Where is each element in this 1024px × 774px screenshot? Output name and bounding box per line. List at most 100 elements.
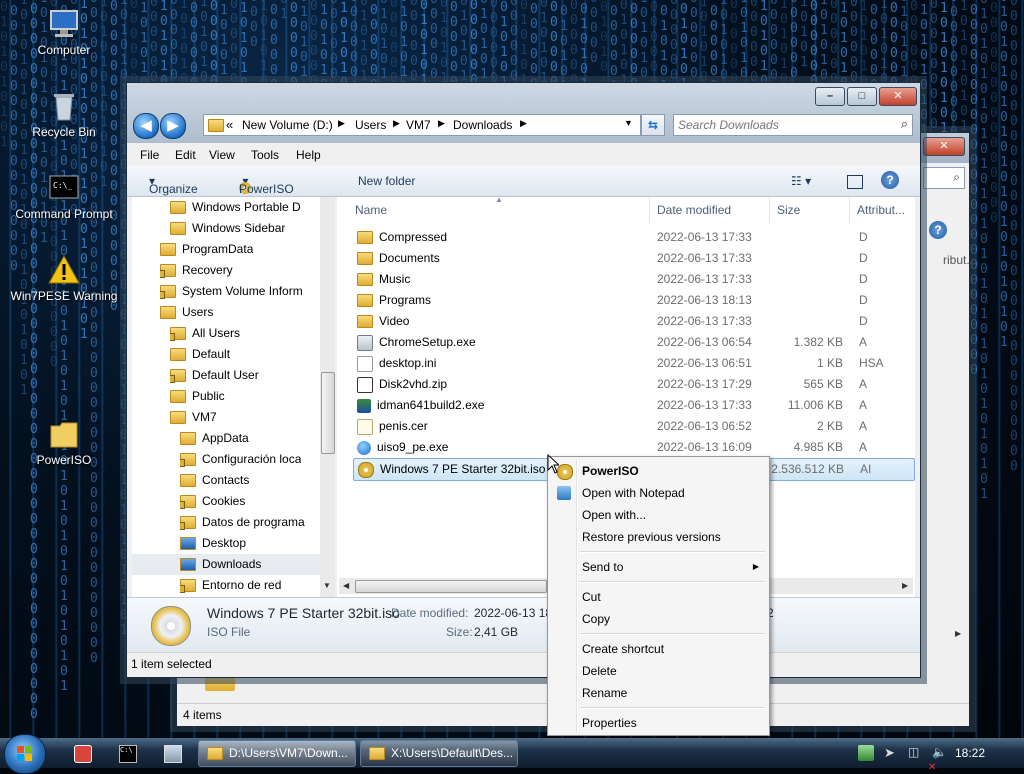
menu-file[interactable]: File [140, 148, 159, 162]
tree-item[interactable]: Cookies [180, 491, 245, 512]
minimize-button[interactable]: – [815, 87, 845, 106]
context-menu[interactable]: PowerISO Open with Notepad Open with... Res… [547, 456, 770, 736]
refresh-button[interactable]: ⇆ [641, 114, 665, 136]
desktop-icon-recycle-bin[interactable]: Recycle Bin [9, 90, 119, 139]
tree-item[interactable]: Public [170, 386, 225, 407]
file-row[interactable]: Disk2vhd.zip 2022-06-13 17:29 565 KB A [353, 374, 913, 395]
scroll-thumb[interactable] [321, 372, 335, 454]
menu-help[interactable]: Help [296, 148, 321, 162]
forward-button[interactable]: ▶ [160, 113, 186, 139]
context-menu-item-rename[interactable]: Rename [550, 682, 767, 704]
tree-item[interactable]: Desktop [180, 533, 246, 554]
back-close-button[interactable]: ✕ [923, 137, 965, 156]
context-menu-item-cut[interactable]: Cut [550, 586, 767, 608]
chevron-right-icon[interactable]: ▶ [338, 118, 345, 129]
desktop-icon-command-prompt[interactable]: C:\_ Command Prompt [9, 172, 119, 221]
breadcrumb-users[interactable]: Users [355, 118, 386, 132]
address-bar[interactable]: « New Volume (D:) ▶ Users ▶ VM7 ▶ Downlo… [203, 114, 641, 136]
column-header-name[interactable]: Name [355, 203, 387, 217]
breadcrumb-downloads[interactable]: Downloads [453, 118, 512, 132]
chevron-right-icon[interactable]: ▶ [520, 118, 527, 129]
taskbar-task-explorer-desktop[interactable]: X:\Users\Default\Des... [360, 740, 518, 767]
organize-button[interactable]: Organize ▾ [149, 174, 198, 196]
menu-edit[interactable]: Edit [175, 148, 196, 162]
explorer-window[interactable]: – □ ✕ ◀ ▶ « New Volume (D:) ▶ Users ▶ VM… [126, 82, 921, 678]
file-row[interactable]: Music 2022-06-13 17:33 D [353, 269, 913, 290]
tree-item[interactable]: Recovery [160, 260, 233, 281]
desktop-icon-computer[interactable]: Computer [9, 8, 119, 57]
back-button[interactable]: ◀ [133, 113, 159, 139]
tree-item[interactable]: ProgramData [160, 239, 253, 260]
search-input[interactable] [676, 116, 890, 134]
desktop-icon-warning[interactable]: Win7PESE Warning [9, 254, 119, 303]
poweriso-button[interactable]: PowerISO ▾ [239, 174, 294, 196]
file-row[interactable]: Video 2022-06-13 17:33 D [353, 311, 913, 332]
tree-item[interactable]: VM7 [170, 407, 217, 428]
column-header-attributes[interactable]: Attribut... [857, 203, 905, 217]
tree-item[interactable]: Default [170, 344, 230, 365]
chevron-right-icon[interactable]: ▶ [438, 118, 445, 129]
context-menu-item-copy[interactable]: Copy [550, 608, 767, 630]
help-icon[interactable]: ? [881, 171, 899, 189]
tree-item[interactable]: System Volume Inform [160, 281, 303, 302]
column-header-date[interactable]: Date modified [657, 203, 731, 217]
usb-icon[interactable]: ➤ [884, 745, 900, 761]
desktop-icon-poweriso[interactable]: PowerISO [9, 418, 119, 467]
hscroll-thumb[interactable] [355, 580, 547, 593]
taskbar-task-explorer-downloads[interactable]: D:\Users\VM7\Down... [198, 740, 356, 767]
start-button[interactable] [4, 734, 46, 774]
tree-scrollbar[interactable]: ▼ [320, 197, 335, 597]
taskbar-clock[interactable]: 18:22 [955, 746, 985, 760]
tree-item[interactable]: Windows Sidebar [170, 218, 285, 239]
scroll-down-arrow[interactable]: ▼ [323, 581, 331, 590]
network-computer-icon[interactable] [164, 745, 182, 763]
context-menu-item-open-with[interactable]: Open with... [550, 504, 767, 526]
context-menu-item-restore-previous-versions[interactable]: Restore previous versions [550, 526, 767, 548]
volume-muted-icon[interactable]: 🔈✕ [928, 745, 948, 773]
file-row[interactable]: uiso9_pe.exe 2022-06-13 16:09 4.985 KB A [353, 437, 913, 458]
file-row[interactable]: Programs 2022-06-13 18:13 D [353, 290, 913, 311]
file-row[interactable]: desktop.ini 2022-06-13 06:51 1 KB HSA [353, 353, 913, 374]
breadcrumb-new-volume[interactable]: New Volume (D:) [242, 118, 333, 132]
context-menu-item-delete[interactable]: Delete [550, 660, 767, 682]
tool-icon[interactable] [74, 745, 92, 763]
tree-item[interactable]: AppData [180, 428, 249, 449]
context-menu-item-properties[interactable]: Properties [550, 712, 767, 734]
network-icon[interactable]: ◫ [908, 745, 924, 761]
tree-item[interactable]: Entorno de red [180, 575, 281, 596]
menu-view[interactable]: View [209, 148, 235, 162]
scroll-right-arrow[interactable]: ▶ [955, 629, 961, 638]
file-row[interactable]: penis.cer 2022-06-13 06:52 2 KB A [353, 416, 913, 437]
file-row[interactable]: Documents 2022-06-13 17:33 D [353, 248, 913, 269]
search-icon[interactable]: ⌕ [901, 116, 908, 132]
safely-remove-hardware-icon[interactable] [858, 745, 874, 761]
tree-item[interactable]: All Users [170, 323, 240, 344]
context-menu-item-poweriso[interactable]: PowerISO [550, 460, 767, 482]
maximize-button[interactable]: □ [847, 87, 877, 106]
file-row[interactable]: Compressed 2022-06-13 17:33 D [353, 227, 913, 248]
tree-item[interactable]: Contacts [180, 470, 249, 491]
address-chevron[interactable]: « [226, 117, 233, 132]
preview-pane-icon[interactable] [847, 175, 863, 189]
column-header-size[interactable]: Size [777, 203, 800, 217]
scroll-left-arrow[interactable]: ◀ [343, 581, 349, 590]
search-box[interactable]: ⌕ [673, 114, 913, 136]
close-button[interactable]: ✕ [879, 87, 917, 106]
view-options-icon[interactable]: ☷ ▾ [791, 174, 811, 188]
tree-item[interactable]: Downloads [132, 554, 335, 575]
tree-item[interactable]: Configuración loca [180, 449, 301, 470]
tree-item[interactable]: Users [160, 302, 213, 323]
command-prompt-icon[interactable]: C:\ [119, 745, 137, 763]
context-menu-item-create-shortcut[interactable]: Create shortcut [550, 638, 767, 660]
file-row[interactable]: ChromeSetup.exe 2022-06-13 06:54 1.382 KB A [353, 332, 913, 353]
navigation-pane[interactable]: Windows Portable D Windows Sidebar Program… [132, 197, 335, 597]
new-folder-button[interactable]: New folder [358, 174, 415, 188]
tree-item[interactable]: Default User [170, 365, 259, 386]
back-search-box[interactable]: ⌕ [923, 167, 965, 189]
tree-item[interactable]: Windows Portable D [170, 197, 301, 218]
help-icon[interactable]: ? [929, 221, 947, 239]
context-menu-item-send-to[interactable]: Send to ▶ [550, 556, 767, 578]
file-row[interactable]: idman641build2.exe 2022-06-13 17:33 11.006… [353, 395, 913, 416]
tree-item[interactable]: Datos de programa [180, 512, 305, 533]
menu-tools[interactable]: Tools [251, 148, 279, 162]
